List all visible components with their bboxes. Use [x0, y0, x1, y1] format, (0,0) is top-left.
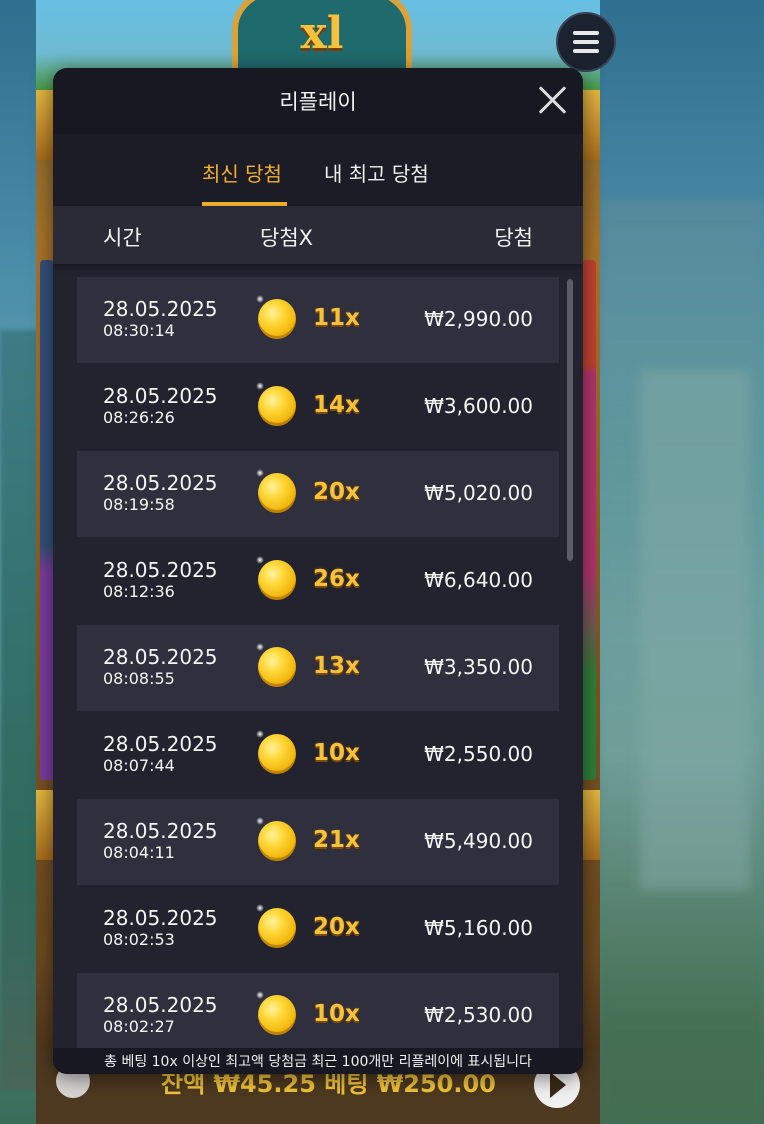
modal-header: 리플레이	[53, 68, 583, 134]
row-win: ₩5,490.00	[424, 829, 533, 853]
row-multiplier: 21x	[313, 827, 360, 853]
row-multiplier: 13x	[313, 653, 360, 679]
row-multiplier: 20x	[313, 914, 360, 940]
row-time: 08:02:53	[103, 930, 175, 949]
table-row[interactable]: 28.05.2025 08:08:55 13x ₩3,350.00	[77, 625, 559, 711]
row-date: 28.05.2025	[103, 297, 218, 321]
row-win: ₩2,550.00	[424, 742, 533, 766]
row-multiplier: 14x	[313, 392, 360, 418]
menu-icon-line	[573, 49, 599, 53]
row-win: ₩2,990.00	[424, 307, 533, 331]
tab-bar: 최신 당첨 내 최고 당첨	[53, 134, 583, 206]
row-date: 28.05.2025	[103, 819, 218, 843]
table-header: 시간 당첨X 당첨	[53, 206, 583, 264]
table-row[interactable]: 28.05.2025 08:30:14 11x ₩2,990.00	[77, 277, 559, 363]
row-win: ₩5,020.00	[424, 481, 533, 505]
table-row[interactable]: 28.05.2025 08:19:58 20x ₩5,020.00	[77, 451, 559, 537]
row-time: 08:07:44	[103, 756, 175, 775]
row-multiplier: 10x	[313, 740, 360, 766]
menu-icon-line	[573, 31, 599, 35]
reel-edge-right	[582, 260, 596, 780]
table-row[interactable]: 28.05.2025 08:02:27 10x ₩2,530.00	[77, 973, 559, 1059]
row-date: 28.05.2025	[103, 471, 218, 495]
row-win: ₩6,640.00	[424, 568, 533, 592]
table-row[interactable]: 28.05.2025 08:04:11 21x ₩5,490.00	[77, 799, 559, 885]
row-time: 08:30:14	[103, 321, 175, 340]
coin-icon	[256, 991, 296, 1035]
column-header-time: 시간	[103, 226, 142, 250]
replay-modal: 리플레이 최신 당첨 내 최고 당첨 시간 당첨X 당첨 28.05.2025 …	[53, 68, 583, 1074]
modal-title: 리플레이	[279, 90, 357, 114]
footer-note-text: 총 베팅 10x 이상인 최고액 당첨금 최근 100개만 리플레이에 표시됩니…	[104, 1054, 532, 1070]
tab-latest-wins[interactable]: 최신 당첨	[202, 158, 282, 187]
coin-icon	[256, 295, 296, 339]
row-multiplier: 10x	[313, 1001, 360, 1027]
row-time: 08:19:58	[103, 495, 175, 514]
row-multiplier: 20x	[313, 479, 360, 505]
row-date: 28.05.2025	[103, 645, 218, 669]
menu-button[interactable]	[556, 12, 616, 72]
tab-my-best-wins[interactable]: 내 최고 당첨	[324, 158, 429, 187]
row-multiplier: 26x	[313, 566, 360, 592]
multiplier-badge-text: xl	[300, 8, 344, 59]
row-date: 28.05.2025	[103, 558, 218, 582]
coin-icon	[256, 382, 296, 426]
row-date: 28.05.2025	[103, 906, 218, 930]
coin-icon	[256, 469, 296, 513]
coin-icon	[256, 556, 296, 600]
background-temple-right-detail	[640, 370, 750, 890]
column-header-win: 당첨	[494, 226, 533, 250]
row-multiplier: 11x	[313, 305, 360, 331]
close-icon[interactable]	[535, 82, 571, 118]
row-time: 08:02:27	[103, 1017, 175, 1036]
row-date: 28.05.2025	[103, 732, 218, 756]
table-row[interactable]: 28.05.2025 08:12:36 26x ₩6,640.00	[77, 538, 559, 624]
coin-icon	[256, 643, 296, 687]
background-temple-left	[0, 330, 40, 1090]
row-win: ₩5,160.00	[424, 916, 533, 940]
list-scrollbar[interactable]	[567, 279, 573, 561]
menu-icon-line	[573, 40, 599, 44]
row-time: 08:12:36	[103, 582, 175, 601]
coin-icon	[256, 904, 296, 948]
row-date: 28.05.2025	[103, 384, 218, 408]
row-time: 08:08:55	[103, 669, 175, 688]
coin-icon	[256, 730, 296, 774]
row-win: ₩2,530.00	[424, 1003, 533, 1027]
column-header-multiplier: 당첨X	[260, 226, 314, 250]
table-row[interactable]: 28.05.2025 08:07:44 10x ₩2,550.00	[77, 712, 559, 798]
reel-edge-left	[40, 260, 54, 780]
coin-icon	[256, 817, 296, 861]
row-time: 08:04:11	[103, 843, 175, 862]
table-row[interactable]: 28.05.2025 08:02:53 20x ₩5,160.00	[77, 886, 559, 972]
table-row[interactable]: 28.05.2025 08:26:26 14x ₩3,600.00	[77, 364, 559, 450]
row-date: 28.05.2025	[103, 993, 218, 1017]
row-win: ₩3,350.00	[424, 655, 533, 679]
row-win: ₩3,600.00	[424, 394, 533, 418]
row-time: 08:26:26	[103, 408, 175, 427]
footer-note: 총 베팅 10x 이상인 최고액 당첨금 최근 100개만 리플레이에 표시됩니…	[53, 1048, 583, 1074]
